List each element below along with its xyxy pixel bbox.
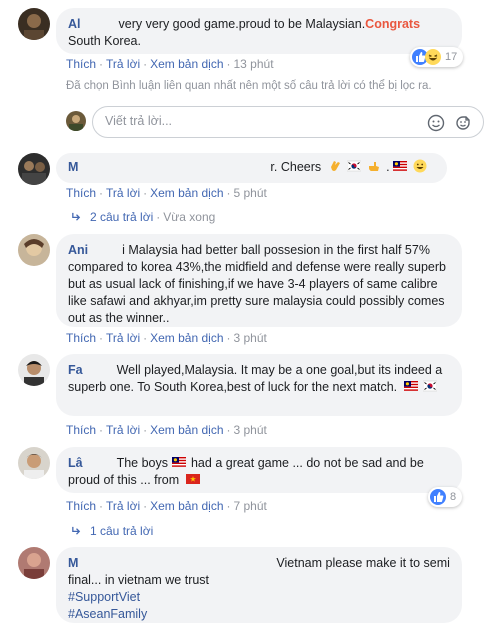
korea-flag-icon: [347, 160, 362, 172]
comment-time[interactable]: 3 phút: [234, 423, 267, 437]
like-link[interactable]: Thích: [66, 57, 96, 71]
reply-link[interactable]: Trả lời: [106, 186, 140, 200]
avatar[interactable]: [18, 153, 50, 185]
malaysia-flag-icon: [403, 381, 418, 391]
replies-time: Vừa xong: [163, 210, 216, 224]
pointing-hand-icon: [368, 162, 379, 171]
hashtag-link[interactable]: #SupportViet: [68, 590, 140, 604]
commenter-name[interactable]: Lâ: [68, 456, 83, 470]
comment-text: Well played,Malaysia. It may be a one go…: [68, 363, 443, 394]
comment-time[interactable]: 5 phút: [234, 186, 267, 200]
view-replies[interactable]: 2 câu trả lời · Vừa xong: [71, 210, 215, 224]
reply-link[interactable]: Trả lời: [106, 499, 140, 513]
comment-bubble: Al very very good game.proud to be Malays…: [56, 8, 462, 54]
comment-text: The boys: [116, 456, 169, 470]
comment-actions: Thích · Trả lời · Xem bản dịch · 3 phút: [66, 331, 267, 345]
comment-time[interactable]: 3 phút: [234, 331, 267, 345]
comment-text: i Malaysia had better ball possesion in …: [68, 243, 446, 325]
my-avatar: [66, 111, 86, 131]
avatar[interactable]: [18, 354, 50, 386]
reaction-summary[interactable]: 8: [428, 487, 463, 507]
commenter-name[interactable]: Ani: [68, 243, 88, 257]
avatar[interactable]: [18, 447, 50, 479]
reply-link[interactable]: Trả lời: [106, 331, 140, 345]
malaysia-flag-icon: [171, 457, 186, 467]
see-translation-link[interactable]: Xem bản dịch: [150, 57, 223, 71]
reply-arrow-icon: [72, 526, 81, 535]
replies-count: 1 câu trả lời: [90, 524, 154, 538]
commenter-name[interactable]: Fa: [68, 363, 83, 377]
comment-bubble: Fa Well played,Malaysia. It may be a one …: [56, 354, 462, 416]
comment-text: very very good game.proud to be Malaysia…: [118, 17, 366, 31]
replies-count: 2 câu trả lời: [90, 210, 154, 224]
smiley-icon[interactable]: [427, 114, 445, 132]
see-translation-link[interactable]: Xem bản dịch: [150, 499, 223, 513]
comment-bubble: Ani i Malaysia had better ball possesion …: [56, 234, 462, 327]
comment-bubble: M Vietnam please make it to semi final...…: [56, 547, 462, 623]
clapping-hands-icon: [330, 161, 340, 171]
comment-time[interactable]: 7 phút: [234, 499, 267, 513]
vietnam-flag-icon: [185, 474, 200, 484]
comment-time[interactable]: 13 phút: [234, 57, 274, 71]
comment-text-continued: South Korea.: [68, 34, 141, 48]
reply-link[interactable]: Trả lời: [106, 57, 140, 71]
reply-arrow-icon: [72, 212, 81, 221]
sticker-icon[interactable]: [454, 114, 472, 132]
like-link[interactable]: Thích: [66, 186, 96, 200]
malaysia-flag-icon: [393, 161, 408, 171]
commenter-name[interactable]: M: [68, 160, 78, 174]
comment-bubble: Lâ The boys had a great game ... do not b…: [56, 447, 462, 493]
like-reaction-icon: [430, 489, 446, 505]
comment-actions: Thích · Trả lời · Xem bản dịch · 5 phút: [66, 186, 267, 200]
grinning-face-icon: [413, 159, 427, 173]
see-translation-link[interactable]: Xem bản dịch: [150, 331, 223, 345]
like-link[interactable]: Thích: [66, 423, 96, 437]
like-link[interactable]: Thích: [66, 331, 96, 345]
comment-bubble: Mr. Cheers .: [56, 153, 447, 183]
commenter-name[interactable]: Al: [68, 17, 81, 31]
reaction-count: 17: [445, 51, 458, 63]
filter-notice: Đã chọn Bình luận liên quan nhất nên một…: [66, 80, 432, 92]
comment-actions: Thích · Trả lời · Xem bản dịch · 13 phút: [66, 57, 274, 71]
comment-actions: Thích · Trả lời · Xem bản dịch · 7 phút: [66, 499, 267, 513]
avatar[interactable]: [18, 547, 50, 579]
comment-text: Vietnam please make it to semi final... …: [68, 556, 450, 587]
see-translation-link[interactable]: Xem bản dịch: [150, 423, 223, 437]
avatar[interactable]: [18, 234, 50, 266]
comment-text: r. Cheers: [270, 160, 322, 174]
reaction-summary[interactable]: 17: [410, 47, 464, 67]
view-replies[interactable]: 1 câu trả lời: [71, 524, 153, 538]
hashtag-link[interactable]: #AseanFamily: [68, 607, 147, 621]
reply-input[interactable]: Viết trả lời...: [92, 106, 484, 138]
commenter-name[interactable]: M: [68, 556, 78, 570]
reply-placeholder: Viết trả lời...: [105, 114, 173, 128]
reaction-count: 8: [450, 491, 457, 503]
avatar[interactable]: [18, 8, 50, 40]
comment-actions: Thích · Trả lời · Xem bản dịch · 3 phút: [66, 423, 267, 437]
see-translation-link[interactable]: Xem bản dịch: [150, 186, 223, 200]
congrats-text: Congrats: [365, 17, 421, 31]
korea-flag-icon: [423, 380, 438, 392]
haha-reaction-icon: [425, 49, 441, 65]
reply-link[interactable]: Trả lời: [106, 423, 140, 437]
like-link[interactable]: Thích: [66, 499, 96, 513]
